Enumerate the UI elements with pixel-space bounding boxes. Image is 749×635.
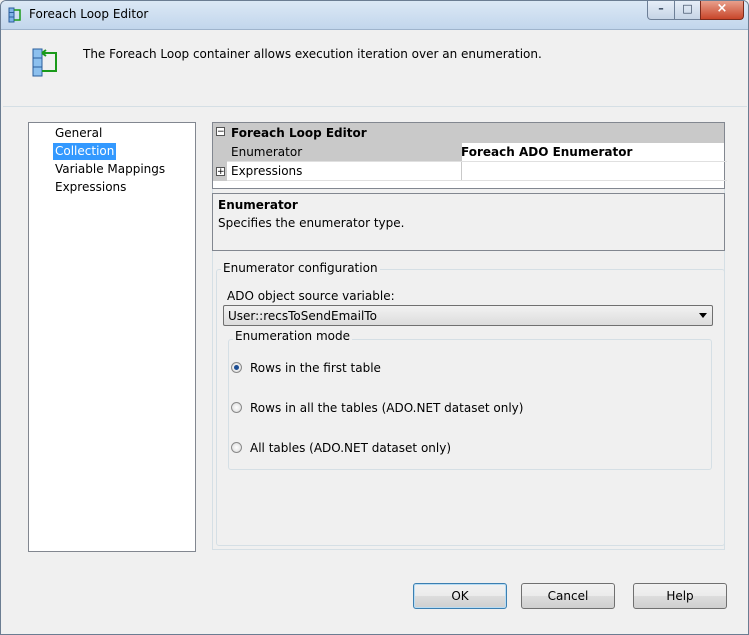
header-description: The Foreach Loop container allows execut… (83, 47, 542, 61)
close-button[interactable]: × (700, 1, 744, 20)
nav-item-expressions[interactable]: Expressions (53, 179, 128, 196)
title-bar[interactable]: Foreach Loop Editor – □ × (1, 1, 748, 30)
foreach-container-icon (8, 7, 21, 23)
nav-item-collection[interactable]: Collection (53, 143, 117, 160)
ok-button[interactable]: OK (413, 583, 507, 609)
maximize-button[interactable]: □ (674, 1, 701, 20)
radio-button-checked[interactable] (231, 362, 242, 373)
maximize-icon: □ (682, 2, 693, 15)
minimize-button[interactable]: – (647, 1, 675, 20)
property-grid[interactable]: − Foreach Loop Editor Enumerator Foreach… (212, 122, 727, 189)
property-value[interactable]: Foreach ADO Enumerator (458, 143, 727, 162)
collapse-icon[interactable]: − (216, 127, 225, 137)
property-value[interactable] (458, 162, 727, 181)
minimize-icon: – (658, 2, 664, 15)
page-navigation-list[interactable]: General Collection Variable Mappings Exp… (28, 122, 196, 552)
property-description: Enumerator Specifies the enumerator type… (212, 193, 725, 251)
radio-button[interactable] (231, 402, 242, 413)
property-name[interactable]: Enumerator (227, 143, 462, 162)
radio-label[interactable]: Rows in all the tables (ADO.NET dataset … (250, 401, 523, 415)
header-separator (3, 106, 747, 107)
enumerator-configuration-title: Enumerator configuration (221, 261, 380, 275)
chevron-down-icon[interactable] (699, 313, 707, 318)
expand-icon[interactable]: + (216, 167, 225, 177)
radio-label[interactable]: All tables (ADO.NET dataset only) (250, 441, 451, 455)
description-text: Specifies the enumerator type. (218, 216, 405, 230)
row-gutter: + (213, 162, 227, 181)
property-row-enumerator[interactable]: Enumerator Foreach ADO Enumerator (213, 143, 727, 162)
source-variable-value: User::recsToSendEmailTo (228, 309, 377, 323)
property-category[interactable]: − Foreach Loop Editor (213, 123, 724, 143)
cancel-button[interactable]: Cancel (521, 583, 615, 609)
property-name[interactable]: Expressions (227, 162, 462, 181)
help-button[interactable]: Help (633, 583, 727, 609)
property-row-expressions[interactable]: + Expressions (213, 162, 727, 181)
description-title: Enumerator (218, 198, 298, 212)
window-title: Foreach Loop Editor (29, 7, 149, 21)
nav-item-variable-mappings[interactable]: Variable Mappings (53, 161, 167, 178)
close-icon: × (716, 1, 728, 16)
property-category-label: Foreach Loop Editor (231, 126, 367, 140)
source-variable-dropdown[interactable]: User::recsToSendEmailTo (223, 305, 713, 326)
radio-label[interactable]: Rows in the first table (250, 361, 381, 375)
source-variable-label: ADO object source variable: (227, 289, 395, 303)
foreach-loop-icon (32, 48, 57, 77)
radio-button[interactable] (231, 442, 242, 453)
nav-item-general[interactable]: General (53, 125, 104, 142)
enumeration-mode-title: Enumeration mode (233, 329, 352, 343)
row-gutter (213, 143, 227, 162)
foreach-loop-editor-window: Foreach Loop Editor – □ × The Foreach Lo… (0, 0, 749, 635)
